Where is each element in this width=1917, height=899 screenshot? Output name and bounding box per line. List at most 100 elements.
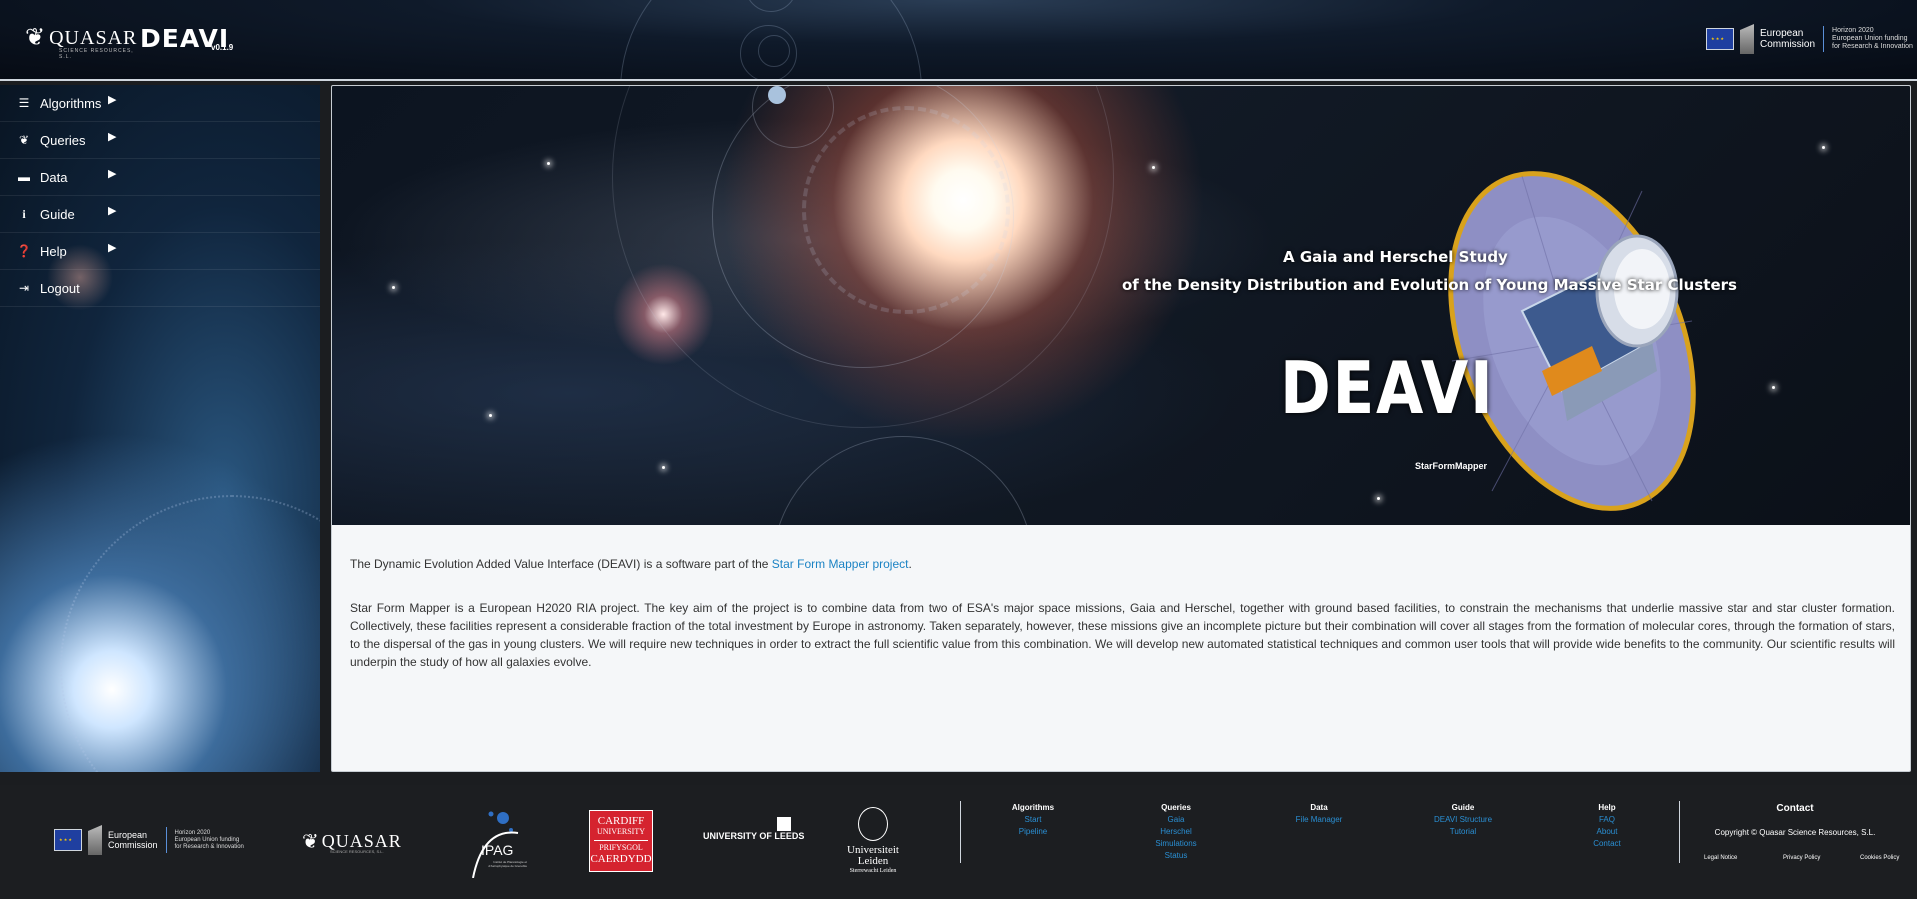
sidebar-item-queries[interactable]: ❦ Queries ▶ — [0, 122, 320, 159]
footer-link-contact[interactable]: Contact — [1552, 838, 1662, 850]
footer-link-file-manager[interactable]: File Manager — [1264, 814, 1374, 826]
footer-h2020-text: Horizon 2020 European Union funding for … — [175, 830, 244, 851]
hero-subtitle-line2: of the Density Distribution and Evolutio… — [1122, 276, 1737, 294]
footer-ec-line2: Commission — [108, 840, 158, 850]
sidebar-item-logout[interactable]: ⇥ Logout — [0, 270, 320, 307]
footer-ec-text: European Commission — [108, 830, 158, 850]
footer-col-title: Guide — [1451, 803, 1475, 812]
footer-ec-separator — [165, 827, 167, 853]
footer-col-guide: Guide DEAVI Structure Tutorial — [1408, 802, 1518, 838]
footer-leiden-logo[interactable]: Universiteit Leiden Sterrewacht Leiden — [843, 807, 903, 876]
sidebar-item-algorithms[interactable]: ☰ Algorithms ▶ — [0, 85, 320, 122]
decor-star — [1377, 497, 1380, 500]
decor-star — [1772, 386, 1775, 389]
footer-divider — [960, 801, 961, 863]
footer-ec-line1: European — [108, 830, 148, 840]
intro-paragraph: The Dynamic Evolution Added Value Interf… — [350, 555, 1895, 573]
caret-right-icon: ▶ — [108, 168, 117, 180]
footer: European Commission Horizon 2020 Europea… — [0, 785, 1917, 899]
ec-building-icon — [88, 825, 102, 855]
footer-link-herschel[interactable]: Herschel — [1121, 826, 1231, 838]
h2020-line2: European Union funding — [1832, 35, 1908, 42]
footer-h2020-line2: European Union funding — [174, 836, 240, 843]
hdd-icon: ▬ — [18, 170, 30, 184]
ec-separator — [1823, 26, 1825, 52]
cardiff-line3: PRIFYSGOL — [594, 840, 648, 853]
sidebar-item-data[interactable]: ▬ Data ▶ — [0, 159, 320, 196]
footer-col-title: Data — [1310, 803, 1328, 812]
footer-leeds-text: UNIVERSITY OF LEEDS — [703, 831, 805, 841]
footer-link-pipeline[interactable]: Pipeline — [978, 826, 1088, 838]
caret-right-icon: ▶ — [108, 205, 117, 217]
app-version: v0.1.9 — [211, 43, 234, 52]
star-form-mapper-link[interactable]: Star Form Mapper project — [772, 557, 909, 571]
info-icon: i — [22, 206, 26, 221]
footer-h2020-line3: for Research & Innovation — [174, 843, 244, 850]
footer-h2020-line1: Horizon 2020 — [174, 829, 211, 836]
footer-link-privacy-policy[interactable]: Privacy Policy — [1783, 855, 1820, 861]
footer-link-gaia[interactable]: Gaia — [1121, 814, 1231, 826]
footer-col-data: Data File Manager — [1264, 802, 1374, 826]
footer-contact-title: Contact — [1776, 803, 1814, 814]
footer-link-status[interactable]: Status — [1121, 850, 1231, 862]
footer-col-help: Help FAQ About Contact — [1552, 802, 1662, 850]
intro-text: The Dynamic Evolution Added Value Interf… — [350, 557, 772, 571]
ec-building-icon — [1740, 24, 1754, 54]
sign-out-icon: ⇥ — [18, 281, 30, 295]
footer-ipag-logo[interactable]: IPAG Institut de Planétologie et d'Astro… — [463, 808, 528, 879]
footer-ec-logo[interactable]: European Commission Horizon 2020 Europea… — [54, 825, 244, 855]
footer-link-cookies-policy[interactable]: Cookies Policy — [1860, 855, 1899, 861]
cardiff-line4: CAERDYDD — [590, 853, 652, 865]
eu-flag-icon — [54, 829, 82, 851]
cardiff-line1: CARDIFF — [597, 815, 645, 827]
decor-star — [1822, 146, 1825, 149]
decor-dot — [768, 86, 786, 104]
footer-quasar-logo[interactable]: ❦ QUASAR SCIENCE RESOURCES, S.L. — [302, 829, 402, 854]
footer-ipag-text: IPAG — [481, 842, 514, 858]
footer-link-faq[interactable]: FAQ — [1552, 814, 1662, 826]
footer-col-title: Algorithms — [1011, 803, 1055, 812]
footer-link-about[interactable]: About — [1552, 826, 1662, 838]
quasar-logo[interactable]: ❦ QUASAR SCIENCE RESOURCES, S.L. — [25, 24, 138, 61]
ec-name-line1: European — [1760, 28, 1804, 39]
caret-right-icon: ▶ — [108, 94, 117, 106]
leiden-subtitle: Sterrewacht Leiden — [849, 868, 897, 874]
decor-ring — [612, 86, 1114, 428]
list-icon: ☰ — [18, 96, 30, 110]
quasar-logo-text: QUASAR — [49, 26, 138, 49]
footer-link-deavi-structure[interactable]: DEAVI Structure — [1408, 814, 1518, 826]
main-panel: A Gaia and Herschel Study of the Density… — [331, 85, 1911, 772]
decor-ring — [772, 436, 1034, 525]
footer-col-queries: Queries Gaia Herschel Simulations Status — [1121, 802, 1231, 862]
decor-star — [547, 162, 550, 165]
decor-star — [662, 466, 665, 469]
footer-link-tutorial[interactable]: Tutorial — [1408, 826, 1518, 838]
sidebar-item-guide[interactable]: i Guide ▶ — [0, 196, 320, 233]
european-commission-logo: European Commission Horizon 2020 Europea… — [1706, 24, 1913, 54]
decor-star — [392, 286, 395, 289]
ec-name-line2: Commission — [1760, 39, 1816, 50]
h2020-line1: Horizon 2020 — [1832, 27, 1874, 34]
hero-banner: A Gaia and Herschel Study of the Density… — [332, 86, 1910, 525]
description-paragraph: Star Form Mapper is a European H2020 RIA… — [350, 601, 1895, 669]
footer-ipag-subtitle: Institut de Planétologie et d'Astrophysi… — [488, 860, 527, 868]
eu-flag-icon — [1706, 28, 1734, 50]
content-area: The Dynamic Evolution Added Value Interf… — [350, 555, 1895, 697]
decor-orbit — [620, 0, 922, 79]
footer-col-title: Help — [1598, 803, 1616, 812]
h2020-line3: for Research & Innovation — [1832, 43, 1913, 50]
hero-subtitle-line1: A Gaia and Herschel Study — [1283, 248, 1508, 266]
footer-leeds-logo[interactable]: UNIVERSITY OF LEEDS — [703, 817, 805, 841]
caret-right-icon: ▶ — [108, 242, 117, 254]
cardiff-line2: UNIVERSITY — [597, 827, 645, 836]
leeds-crest-icon — [777, 817, 791, 831]
caret-right-icon: ▶ — [108, 131, 117, 143]
sidebar-item-label: Data — [40, 169, 68, 185]
sidebar-item-help[interactable]: ❓ Help ▶ — [0, 233, 320, 270]
decor-star — [489, 414, 492, 417]
quasar-swirl-icon: ❦ — [25, 24, 46, 51]
footer-link-start[interactable]: Start — [978, 814, 1088, 826]
footer-link-simulations[interactable]: Simulations — [1121, 838, 1231, 850]
footer-link-legal-notice[interactable]: Legal Notice — [1704, 855, 1737, 861]
footer-cardiff-logo[interactable]: CARDIFF UNIVERSITY PRIFYSGOL CAERDYDD — [589, 810, 653, 872]
